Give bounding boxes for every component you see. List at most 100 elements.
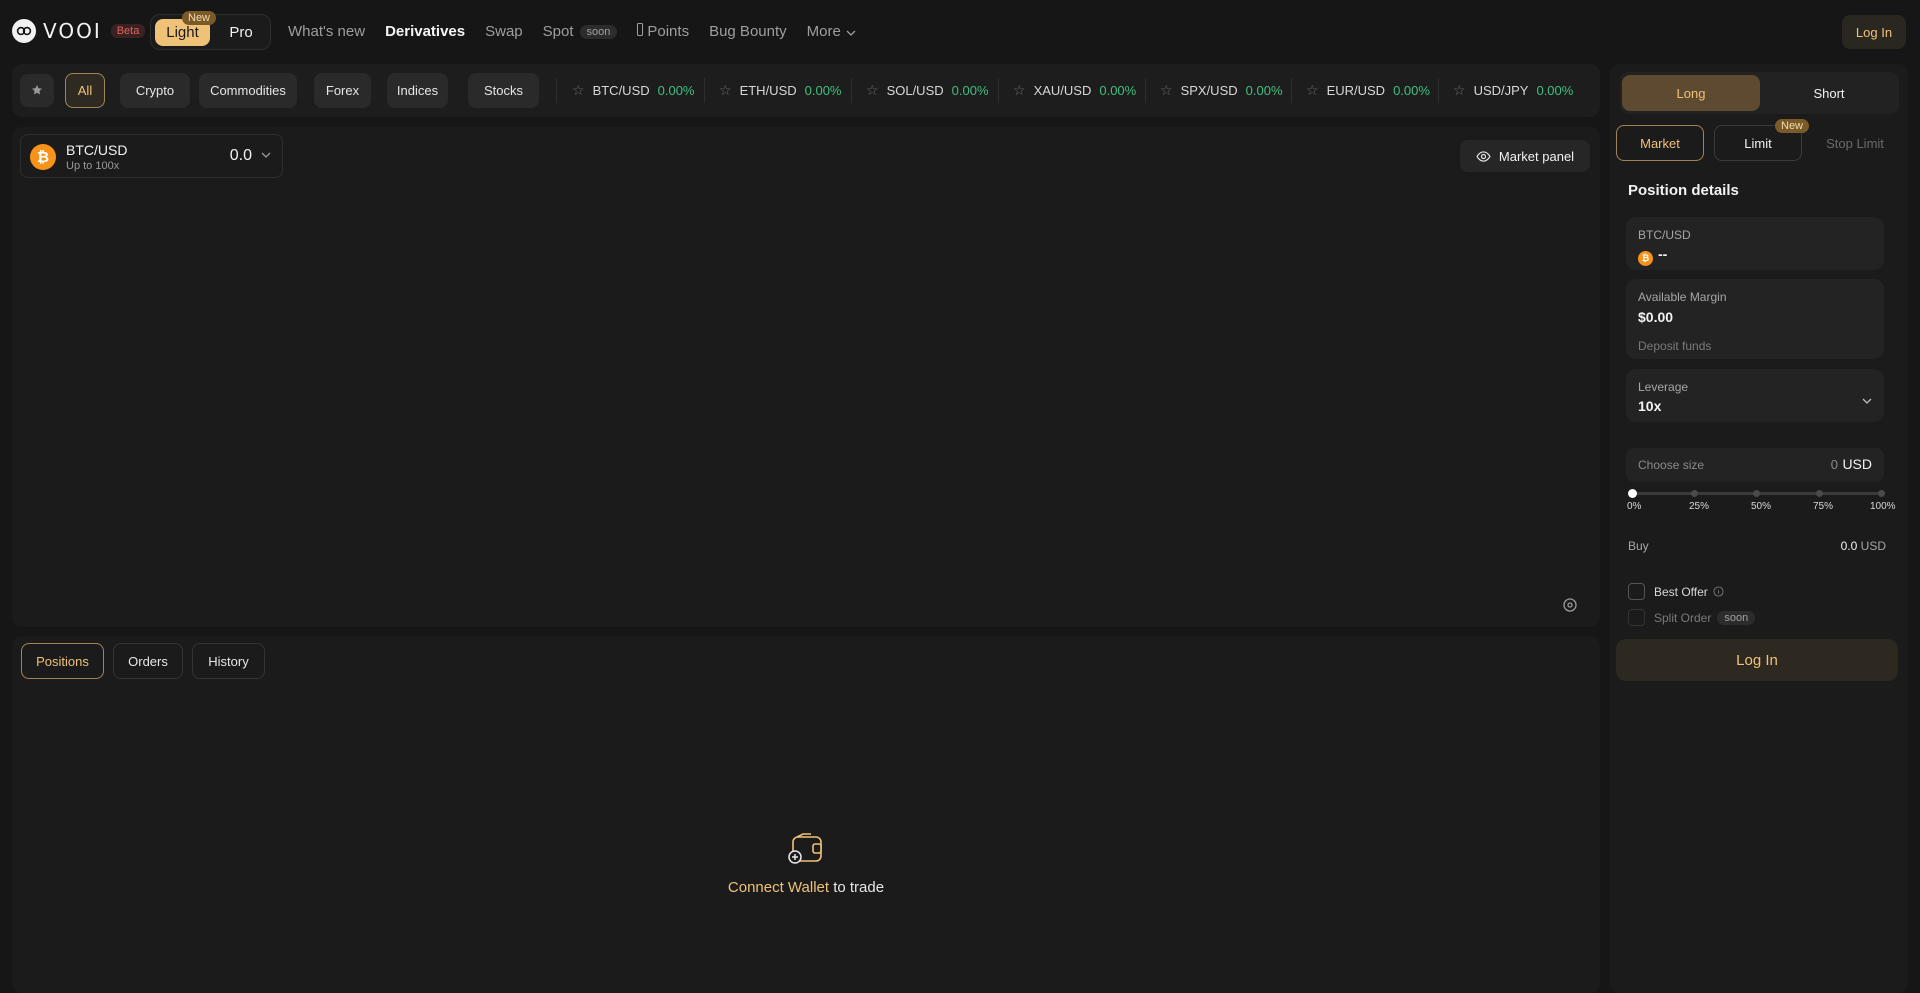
ticker-sol-usd[interactable]: ☆ SOL/USD 0.00% [866, 64, 989, 117]
filter-stocks[interactable]: Stocks [468, 73, 539, 108]
size-slider[interactable] [1628, 489, 1885, 498]
filter-commodities[interactable]: Commodities [199, 73, 297, 108]
star-outline-icon[interactable]: ☆ [572, 82, 585, 99]
pair-card: BTC/USD ₿ -- [1626, 217, 1884, 270]
filter-all[interactable]: All [65, 73, 105, 108]
pair-label: BTC/USD [1638, 228, 1691, 242]
best-offer-checkbox[interactable] [1628, 583, 1645, 600]
brand-logo[interactable]: VOOI Beta [12, 19, 146, 43]
ticker-change: 0.00% [951, 83, 989, 98]
star-outline-icon[interactable]: ☆ [719, 82, 732, 99]
nav-derivatives[interactable]: Derivatives [385, 23, 465, 40]
filter-forex[interactable]: Forex [314, 73, 371, 108]
slider-label-100: 100% [1870, 501, 1896, 512]
divider [704, 78, 705, 103]
ticker-symbol: SOL/USD [886, 83, 944, 98]
split-order-checkbox [1628, 609, 1645, 626]
tab-positions[interactable]: Positions [21, 643, 104, 679]
header-login-button[interactable]: Log In [1842, 15, 1906, 49]
order-type-market[interactable]: Market [1616, 125, 1704, 161]
info-icon[interactable] [1713, 586, 1724, 597]
split-order-label: Split Order [1654, 610, 1712, 625]
size-value: 0 [1830, 457, 1838, 472]
short-button[interactable]: Short [1760, 75, 1898, 111]
slider-step-75[interactable] [1816, 490, 1823, 497]
eye-icon [1476, 150, 1491, 162]
ticker-symbol: BTC/USD [592, 83, 650, 98]
ticker-xau-usd[interactable]: ☆ XAU/USD 0.00% [1013, 64, 1136, 117]
slider-step-100[interactable] [1878, 490, 1885, 497]
ticker-usd-jpy[interactable]: ☆ USD/JPY 0.00% [1453, 64, 1573, 117]
divider [851, 78, 852, 103]
empty-message: Connect Wallet to trade [12, 879, 1600, 896]
margin-card: Available Margin $0.00 Deposit funds [1626, 279, 1884, 359]
ticker-symbol: XAU/USD [1033, 83, 1092, 98]
ticker-change: 0.00% [1393, 83, 1430, 98]
tab-history[interactable]: History [192, 643, 265, 679]
positions-panel: Positions Orders History Connect Wallet … [12, 636, 1600, 993]
slider-label-75: 75% [1813, 501, 1834, 512]
order-login-button[interactable]: Log In [1616, 639, 1898, 681]
slider-label-25: 25% [1689, 501, 1710, 512]
leverage-value: 10x [1638, 398, 1662, 414]
buy-label: Buy [1628, 539, 1649, 553]
order-type-stop-limit[interactable]: Stop Limit [1810, 125, 1900, 161]
ticker-spx-usd[interactable]: ☆ SPX/USD 0.00% [1160, 64, 1283, 117]
nav-spot-label: Spot [542, 23, 574, 40]
mode-pro-button[interactable]: Pro [219, 19, 263, 46]
ticker-symbol: EUR/USD [1326, 83, 1386, 98]
favorites-button[interactable] [20, 74, 54, 107]
divider [1291, 78, 1292, 103]
order-panel: Long Short Market Limit New Stop Limit P… [1610, 64, 1908, 993]
market-filter-bar: All Crypto Commodities Forex Indices Sto… [12, 64, 1600, 117]
star-outline-icon[interactable]: ☆ [866, 82, 879, 99]
settings-icon[interactable] [1562, 597, 1578, 613]
side-switch: Long Short [1620, 72, 1899, 114]
buy-value: 0.0 USD [1841, 539, 1886, 553]
star-outline-icon[interactable]: ☆ [1013, 82, 1026, 99]
tab-orders[interactable]: Orders [113, 643, 183, 679]
slider-step-25[interactable] [1691, 490, 1698, 497]
ticker-eth-usd[interactable]: ☆ ETH/USD 0.00% [719, 64, 842, 117]
ticker-eur-usd[interactable]: ☆ EUR/USD 0.00% [1306, 64, 1430, 117]
best-offer-row[interactable]: Best Offer [1628, 583, 1724, 600]
nav-swap[interactable]: Swap [485, 23, 523, 40]
star-outline-icon[interactable]: ☆ [1453, 82, 1466, 99]
size-input[interactable]: Choose size 0 USD [1626, 448, 1884, 482]
slider-handle[interactable] [1628, 489, 1637, 498]
soon-badge: soon [1717, 610, 1756, 625]
filter-indices[interactable]: Indices [387, 73, 448, 108]
buy-row: Buy 0.0 USD [1628, 539, 1886, 553]
filter-crypto[interactable]: Crypto [120, 73, 190, 108]
nav-points[interactable]: Points [637, 23, 689, 40]
nav-more[interactable]: More [807, 23, 856, 40]
nav-bug-bounty[interactable]: Bug Bounty [709, 23, 787, 40]
pair-selector[interactable]: ₿ BTC/USD Up to 100x 0.0 [20, 134, 283, 178]
star-icon [31, 83, 43, 99]
slider-label-0: 0% [1627, 501, 1642, 512]
top-header: VOOI Beta Light Pro New What's new Deriv… [0, 0, 1920, 63]
slider-label-50: 50% [1751, 501, 1772, 512]
new-badge: New [182, 11, 217, 25]
bitcoin-icon: ₿ [1638, 250, 1653, 266]
nav-spot[interactable]: Spot soon [543, 23, 618, 40]
slider-step-50[interactable] [1753, 490, 1760, 497]
star-outline-icon[interactable]: ☆ [1306, 82, 1319, 99]
connect-wallet-link[interactable]: Connect Wallet [728, 879, 829, 896]
section-title: Position details [1628, 182, 1739, 199]
market-panel-button[interactable]: Market panel [1460, 140, 1590, 172]
chevron-down-icon [261, 147, 271, 161]
pair-name: BTC/USD [66, 142, 128, 158]
ticker-btc-usd[interactable]: ☆ BTC/USD 0.00% [572, 64, 695, 117]
ticker-change: 0.00% [1099, 83, 1137, 98]
long-button[interactable]: Long [1622, 75, 1760, 111]
beta-badge: Beta [110, 24, 146, 38]
empty-message-rest: to trade [829, 879, 885, 896]
divider [556, 78, 557, 103]
leverage-selector[interactable]: Leverage 10x [1626, 369, 1884, 422]
star-outline-icon[interactable]: ☆ [1160, 82, 1173, 99]
deposit-funds-link[interactable]: Deposit funds [1638, 339, 1711, 353]
nav-whats-new[interactable]: What's new [288, 23, 365, 40]
margin-value: $0.00 [1638, 309, 1674, 325]
chevron-down-icon [1862, 391, 1872, 407]
